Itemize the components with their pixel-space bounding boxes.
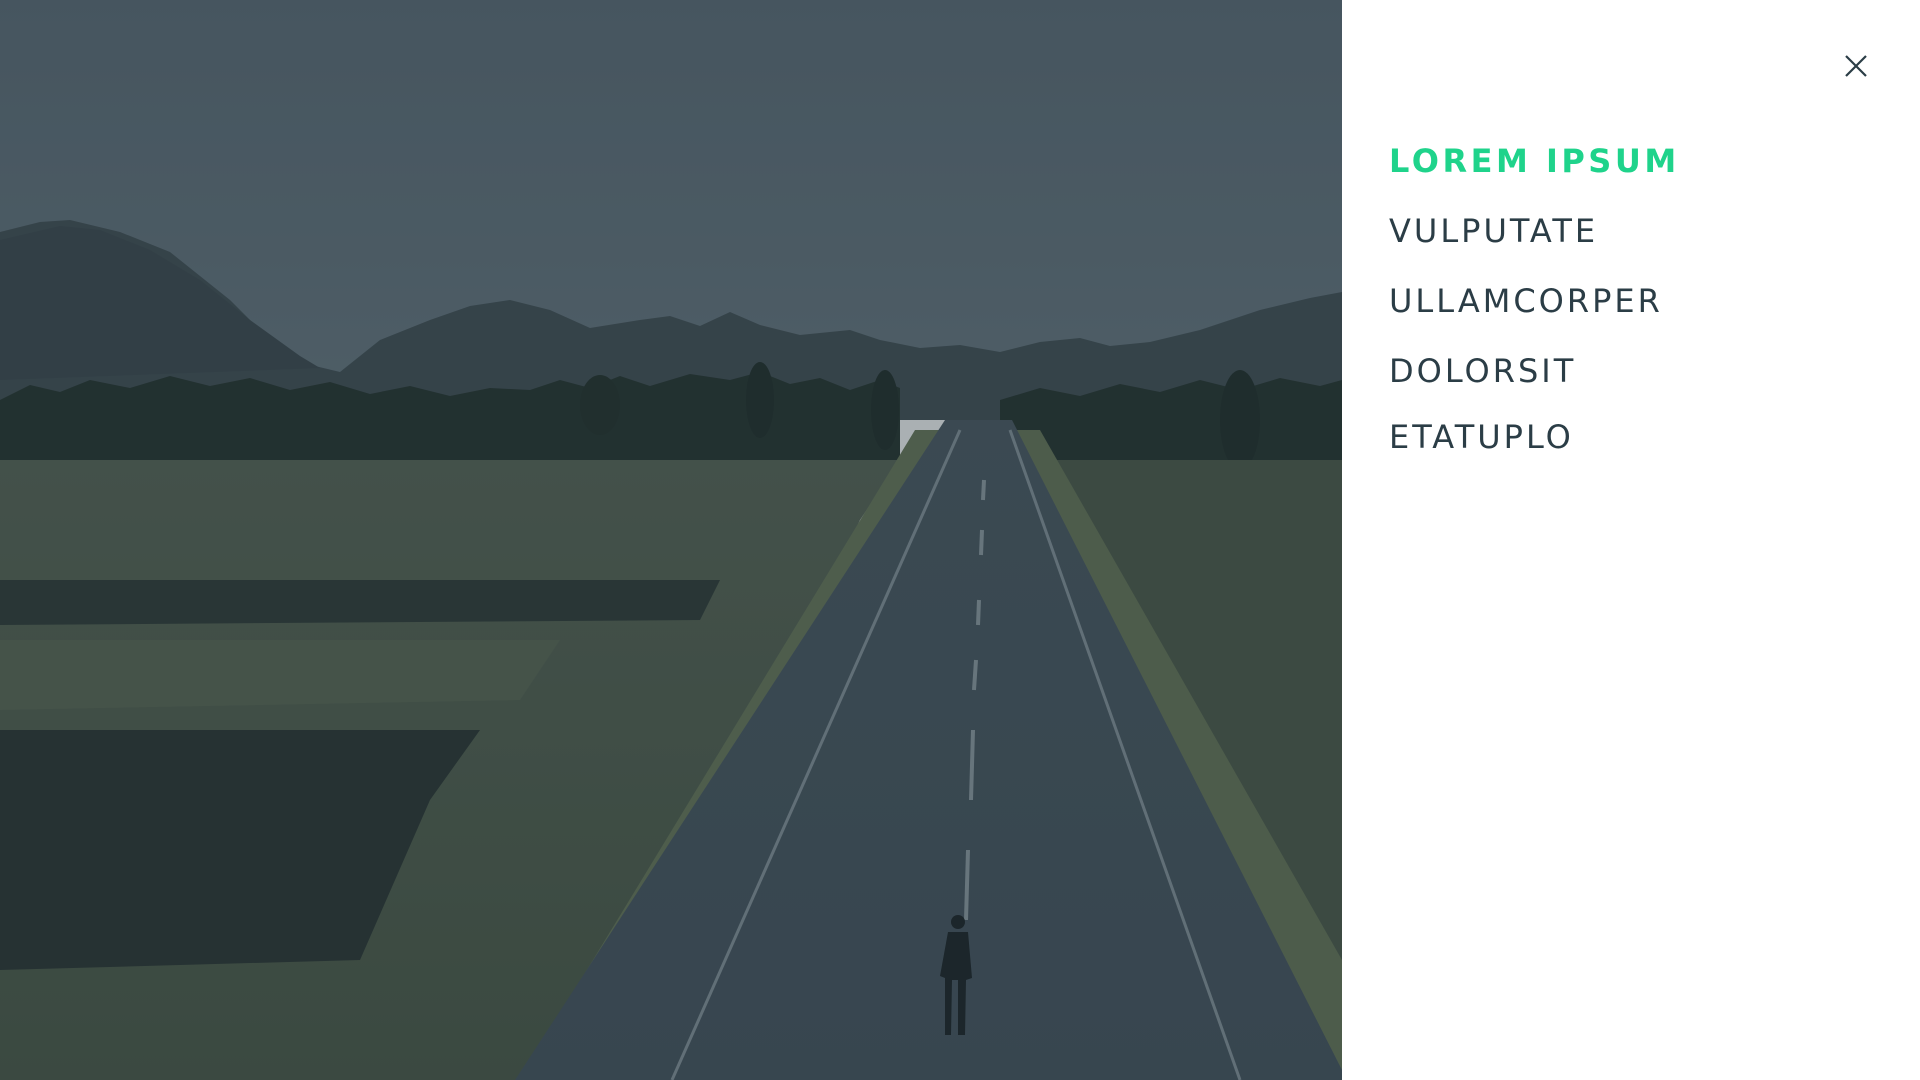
menu-item-ullamcorper[interactable]: ULLAMCORPER xyxy=(1389,284,1680,318)
close-icon xyxy=(1845,55,1867,77)
menu-item-dolorsit[interactable]: DOLORSIT xyxy=(1389,354,1680,388)
menu-list: LOREM IPSUM VULPUTATE ULLAMCORPER DOLORS… xyxy=(1389,144,1680,490)
close-button[interactable] xyxy=(1836,46,1876,86)
navigation-panel: LOREM IPSUM VULPUTATE ULLAMCORPER DOLORS… xyxy=(1342,0,1920,1080)
page: LOREM IPSUM VULPUTATE ULLAMCORPER DOLORS… xyxy=(0,0,1920,1080)
menu-item-etatuplo[interactable]: ETATUPLO xyxy=(1389,420,1680,454)
menu-item-vulputate[interactable]: VULPUTATE xyxy=(1389,214,1680,248)
menu-item-lorem-ipsum[interactable]: LOREM IPSUM xyxy=(1389,144,1680,178)
hero-image xyxy=(0,0,1342,1080)
hero-overlay xyxy=(0,0,1342,1080)
